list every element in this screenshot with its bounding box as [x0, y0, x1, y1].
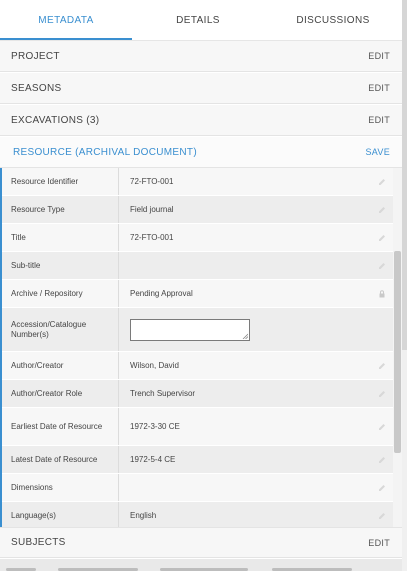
- field-value[interactable]: 1972-5-4 CE: [119, 446, 393, 473]
- project-edit-button[interactable]: EDIT: [368, 51, 390, 61]
- field-row[interactable]: Author/Creator Role Trench Supervisor: [2, 380, 393, 408]
- tab-discussions[interactable]: DISCUSSIONS: [264, 0, 402, 40]
- section-resource: RESOURCE (ARCHIVAL DOCUMENT) SAVE: [0, 137, 402, 168]
- edit-icon[interactable]: [378, 362, 386, 370]
- section-project-title: PROJECT: [11, 50, 60, 62]
- excavations-edit-button[interactable]: EDIT: [368, 115, 390, 125]
- seasons-edit-button[interactable]: EDIT: [368, 83, 390, 93]
- field-value[interactable]: [119, 252, 393, 279]
- tab-bar: METADATA DETAILS DISCUSSIONS: [0, 0, 402, 41]
- edit-icon[interactable]: [378, 262, 386, 270]
- field-label: Title: [2, 224, 119, 251]
- metadata-panel: METADATA DETAILS DISCUSSIONS PROJECT EDI…: [0, 0, 407, 571]
- resize-grip-icon[interactable]: [242, 333, 248, 339]
- field-value[interactable]: Field journal: [119, 196, 393, 223]
- resource-save-button[interactable]: SAVE: [365, 147, 390, 157]
- field-value: [119, 308, 393, 351]
- field-value: Pending Approval: [130, 289, 193, 298]
- field-label: Dimensions: [2, 474, 119, 501]
- edit-icon[interactable]: [378, 206, 386, 214]
- subjects-edit-button[interactable]: EDIT: [368, 538, 390, 548]
- field-label: Resource Type: [2, 196, 119, 223]
- lock-icon: [379, 289, 385, 297]
- field-label: Accession/Catalogue Number(s): [2, 308, 119, 351]
- field-row[interactable]: Dimensions: [2, 474, 393, 502]
- field-row[interactable]: Sub-title: [2, 252, 393, 280]
- edit-icon[interactable]: [378, 423, 386, 431]
- edit-icon[interactable]: [378, 512, 386, 520]
- field-row[interactable]: Title 72-FTO-001: [2, 224, 393, 252]
- field-row[interactable]: Accession/Catalogue Number(s): [2, 308, 393, 352]
- edit-icon[interactable]: [378, 234, 386, 242]
- page-scrollbar[interactable]: [402, 0, 407, 571]
- resource-field-list: Resource Identifier 72-FTO-001 Resource …: [0, 168, 393, 527]
- field-value[interactable]: Wilson, David: [119, 352, 393, 379]
- tab-metadata[interactable]: METADATA: [0, 0, 132, 40]
- subjects-preview-strip: [0, 559, 402, 571]
- field-value[interactable]: 72-FTO-001: [119, 168, 393, 195]
- section-excavations[interactable]: EXCAVATIONS (3) EDIT: [0, 105, 402, 136]
- page-scroll-thumb[interactable]: [402, 0, 407, 350]
- section-subjects-title: SUBJECTS: [11, 537, 66, 548]
- field-row[interactable]: Earliest Date of Resource 1972-3-30 CE: [2, 408, 393, 446]
- field-label: Earliest Date of Resource: [2, 408, 119, 445]
- field-row[interactable]: Language(s) English: [2, 502, 393, 527]
- field-label: Resource Identifier: [2, 168, 119, 195]
- edit-icon[interactable]: [378, 484, 386, 492]
- section-excavations-title: EXCAVATIONS (3): [11, 114, 100, 126]
- field-row[interactable]: Archive / Repository Pending Approval: [2, 280, 393, 308]
- section-subjects[interactable]: SUBJECTS EDIT: [0, 527, 402, 558]
- field-label: Language(s): [2, 502, 119, 527]
- field-value[interactable]: [119, 474, 393, 501]
- edit-icon[interactable]: [378, 178, 386, 186]
- accession-number-input[interactable]: [130, 318, 250, 341]
- field-label: Latest Date of Resource: [2, 446, 119, 473]
- field-row[interactable]: Latest Date of Resource 1972-5-4 CE: [2, 446, 393, 474]
- field-value[interactable]: Trench Supervisor: [119, 380, 393, 407]
- section-seasons-title: SEASONS: [11, 82, 62, 94]
- field-list-scroll-thumb[interactable]: [394, 251, 401, 453]
- field-value[interactable]: English: [119, 502, 393, 527]
- field-label: Archive / Repository: [2, 280, 119, 307]
- field-row[interactable]: Resource Type Field journal: [2, 196, 393, 224]
- tab-details[interactable]: DETAILS: [132, 0, 264, 40]
- field-value[interactable]: 1972-3-30 CE: [119, 408, 393, 445]
- field-row[interactable]: Resource Identifier 72-FTO-001: [2, 168, 393, 196]
- field-value[interactable]: 72-FTO-001: [119, 224, 393, 251]
- field-list-scrollbar[interactable]: [393, 168, 402, 527]
- section-project[interactable]: PROJECT EDIT: [0, 41, 402, 72]
- edit-icon[interactable]: [378, 390, 386, 398]
- field-label: Author/Creator Role: [2, 380, 119, 407]
- field-label: Sub-title: [2, 252, 119, 279]
- field-label: Author/Creator: [2, 352, 119, 379]
- edit-icon[interactable]: [378, 456, 386, 464]
- field-row[interactable]: Author/Creator Wilson, David: [2, 352, 393, 380]
- section-seasons[interactable]: SEASONS EDIT: [0, 73, 402, 104]
- section-resource-title: RESOURCE (ARCHIVAL DOCUMENT): [13, 146, 197, 158]
